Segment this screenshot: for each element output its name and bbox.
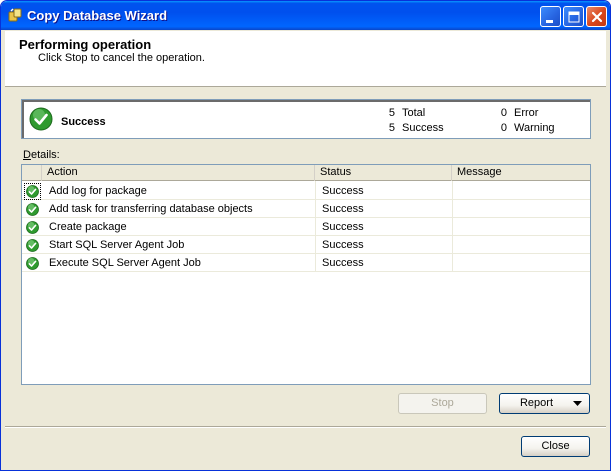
table-row[interactable]: Execute SQL Server Agent Job Success	[22, 254, 590, 272]
close-button[interactable]: Close	[521, 436, 590, 457]
warning-count: 0	[500, 122, 507, 134]
wizard-icon	[8, 8, 22, 22]
stop-button-label: Stop	[431, 397, 454, 409]
details-label: Details:	[23, 149, 60, 161]
maximize-button[interactable]	[563, 6, 584, 27]
close-icon	[591, 11, 603, 23]
minimize-button[interactable]	[540, 6, 561, 27]
footer-separator	[5, 426, 606, 428]
column-header-status[interactable]: Status	[315, 165, 452, 181]
report-button[interactable]: Report	[499, 393, 590, 414]
row-action: Create package	[49, 221, 127, 233]
wizard-header: Performing operation Click Stop to cance…	[5, 31, 606, 87]
maximize-icon	[568, 11, 580, 23]
dropdown-arrow-icon[interactable]	[573, 401, 582, 407]
table-row[interactable]: Add log for package Success	[22, 182, 590, 200]
row-status: Success	[322, 185, 364, 197]
total-count: 5	[388, 107, 395, 119]
summary-panel: Success 5 Total 5 Success 0 Error 0 Warn…	[21, 99, 591, 139]
row-action: Start SQL Server Agent Job	[49, 239, 185, 251]
success-check-icon	[26, 257, 39, 270]
summary-status: Success	[61, 116, 106, 128]
column-divider	[315, 181, 316, 271]
warning-label: Warning	[514, 122, 555, 134]
success-check-icon	[26, 203, 39, 216]
success-check-icon	[26, 239, 39, 252]
close-button-label: Close	[541, 440, 570, 452]
details-grid[interactable]: Action Status Message Add log for packag…	[21, 164, 591, 385]
table-row[interactable]: Create package Success	[22, 218, 590, 236]
header-icon-column	[22, 165, 42, 181]
row-status: Success	[322, 221, 364, 233]
grid-header: Action Status Message	[22, 165, 590, 181]
title-bar[interactable]: Copy Database Wizard	[1, 1, 610, 30]
minimize-icon	[546, 20, 553, 23]
table-row[interactable]: Add task for transferring database objec…	[22, 200, 590, 218]
error-label: Error	[514, 107, 539, 119]
row-action: Execute SQL Server Agent Job	[49, 257, 201, 269]
close-window-button[interactable]	[586, 6, 607, 27]
table-row[interactable]: Start SQL Server Agent Job Success	[22, 236, 590, 254]
success-check-icon	[29, 107, 53, 131]
column-divider	[452, 181, 453, 271]
report-button-label: Report	[519, 397, 554, 409]
row-status: Success	[322, 257, 364, 269]
error-count: 0	[500, 107, 507, 119]
success-label: Success	[402, 122, 444, 134]
success-check-icon	[26, 221, 39, 234]
success-check-icon	[24, 183, 41, 200]
row-status: Success	[322, 203, 364, 215]
page-title: Performing operation	[19, 37, 152, 52]
copy-database-wizard-window: Copy Database Wizard Performing operatio…	[0, 0, 611, 471]
column-header-action[interactable]: Action	[42, 165, 315, 181]
success-count: 5	[388, 122, 395, 134]
row-status: Success	[322, 239, 364, 251]
column-header-message[interactable]: Message	[452, 165, 590, 181]
row-action: Add task for transferring database objec…	[49, 203, 253, 215]
window-title: Copy Database Wizard	[27, 8, 168, 23]
page-subtitle: Click Stop to cancel the operation.	[38, 52, 205, 64]
total-label: Total	[402, 107, 426, 119]
stop-button[interactable]: Stop	[398, 393, 487, 414]
row-action: Add log for package	[49, 185, 147, 197]
